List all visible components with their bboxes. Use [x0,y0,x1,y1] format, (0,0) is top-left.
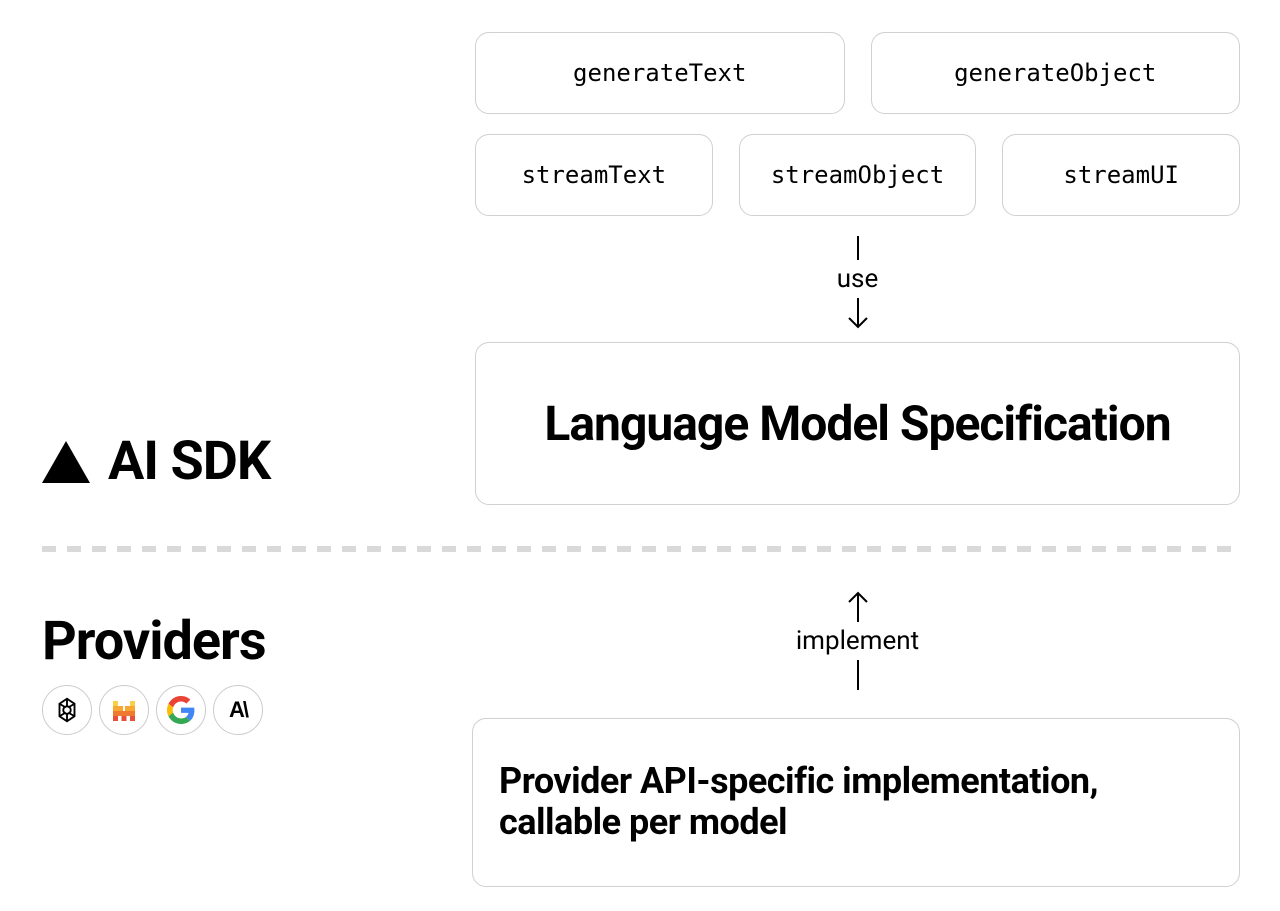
function-row-1: generateText generateObject [475,32,1240,114]
spec-box: Language Model Specification [475,342,1240,505]
implement-label: implement [796,626,919,656]
ai-sdk-label: AI SDK [42,430,270,493]
arrow-line [857,236,859,260]
fn-generate-text: generateText [475,32,845,114]
mistral-icon [99,685,149,735]
arrow-up-icon [845,590,871,622]
vercel-triangle-icon [42,441,90,483]
spec-title: Language Model Specification [506,395,1209,452]
function-row-2: streamText streamObject streamUI [475,134,1240,216]
use-label: use [837,264,879,294]
providers-section: Providers [42,610,266,735]
implement-arrow-block: implement [475,590,1240,690]
google-icon [156,685,206,735]
providers-title: Providers [42,610,266,673]
fn-stream-object: streamObject [739,134,977,216]
anthropic-icon: A\ [213,685,263,735]
sdk-text: AI SDK [108,430,270,493]
arrow-line [857,660,859,690]
fn-stream-text: streamText [475,134,713,216]
fn-stream-ui: streamUI [1002,134,1240,216]
fn-generate-object: generateObject [871,32,1241,114]
arrow-down-icon [845,298,871,330]
horizontal-divider [42,546,1242,552]
openai-icon [42,685,92,735]
provider-impl-box: Provider API-specific implementation, ca… [472,718,1240,887]
provider-impl-text: Provider API-specific implementation, ca… [499,761,1213,844]
